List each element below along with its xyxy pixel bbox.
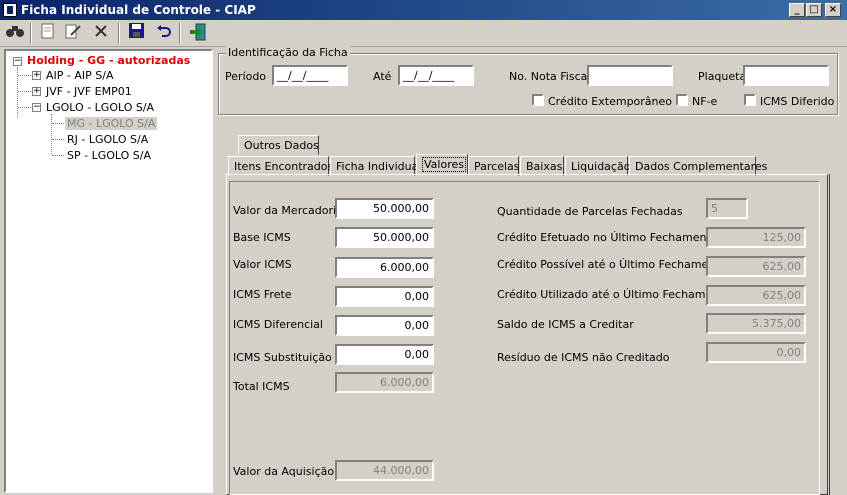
tree-item-rj[interactable]: RJ - LGOLO S/A <box>67 133 148 146</box>
icms-diferencial-label: ICMS Diferencial <box>233 318 323 331</box>
exit-icon[interactable] <box>187 23 209 44</box>
total-icms-label: Total ICMS <box>233 380 290 393</box>
undo-icon[interactable] <box>152 23 174 44</box>
valor-icms-input[interactable]: 6.000,00 <box>335 257 434 278</box>
valor-aquisicao-label: Valor da Aquisição <box>233 465 335 478</box>
credito-efetuado-input: 125,00 <box>706 227 806 248</box>
maximize-button[interactable]: □ <box>806 3 822 17</box>
tree-line <box>18 75 31 76</box>
tab-valores-label: Valores <box>422 157 466 172</box>
edit-icon[interactable] <box>62 23 84 44</box>
icms-substituicao-input[interactable]: 0,00 <box>335 344 434 365</box>
residuo-icms-input: 0,00 <box>706 342 806 363</box>
credito-possivel-input: 625,00 <box>706 256 806 277</box>
tab-dados-complementares[interactable]: Dados Complementares <box>629 156 767 176</box>
window-title: Ficha Individual de Controle - CIAP <box>21 3 256 17</box>
tab-itens-encontrados[interactable]: Itens Encontrados <box>228 156 333 176</box>
nfe-label: NF-e <box>692 95 718 108</box>
icms-frete-input[interactable]: 0,00 <box>335 286 434 307</box>
tree-expand-toggle[interactable]: + <box>32 87 41 96</box>
identificacao-legend: Identificação da Ficha <box>226 46 350 59</box>
credito-possivel-label: Crédito Possível até o Último Fechamento <box>497 258 727 271</box>
icms-frete-label: ICMS Frete <box>233 288 292 301</box>
tree-line <box>52 139 64 140</box>
icms-diferencial-input[interactable]: 0,00 <box>335 315 434 336</box>
credito-extemporaneo-label: Crédito Extemporâneo <box>548 95 673 108</box>
tab-outros-dados[interactable]: Outros Dados <box>238 135 319 155</box>
company-tree[interactable]: − Holding - GG - autorizadas + AIP - AIP… <box>4 49 213 493</box>
tree-collapse-toggle[interactable]: − <box>32 103 41 112</box>
tab-parcelas[interactable]: Parcelas <box>468 156 520 176</box>
binoculars-icon[interactable] <box>4 23 26 44</box>
residuo-icms-label: Resíduo de ICMS não Creditado <box>497 351 670 364</box>
toolbar-separator <box>118 23 120 44</box>
credito-efetuado-label: Crédito Efetuado no Último Fechamento <box>497 231 718 244</box>
tree-expand-toggle[interactable]: + <box>32 71 41 80</box>
valor-mercadoria-label: Valor da Mercadoria <box>233 204 343 217</box>
tree-item-mg[interactable]: MG - LGOLO S/A <box>65 117 158 130</box>
toolbar-separator <box>30 23 32 44</box>
app-icon <box>3 3 17 17</box>
tab-baixas[interactable]: Baixas <box>520 156 564 176</box>
tab-valores[interactable]: Valores <box>416 154 468 176</box>
qtd-parcelas-fechadas-label: Quantidade de Parcelas Fechadas <box>497 205 683 218</box>
icms-diferido-label: ICMS Diferido <box>760 95 835 108</box>
delete-icon[interactable] <box>90 23 112 44</box>
tree-item-lgolo[interactable]: LGOLO - LGOLO S/A <box>46 101 154 114</box>
tab-ficha-individual[interactable]: Ficha Individual <box>330 156 421 176</box>
qtd-parcelas-fechadas-input: 5 <box>706 198 748 219</box>
tree-item-aip[interactable]: AIP - AIP S/A <box>46 69 113 82</box>
tree-line <box>52 123 64 124</box>
close-button[interactable]: × <box>825 3 841 17</box>
icms-diferido-checkbox[interactable] <box>744 94 756 106</box>
base-icms-input[interactable]: 50.000,00 <box>335 227 434 248</box>
credito-utilizado-label: Crédito Utilizado até o Último Fechament… <box>497 288 731 301</box>
nota-fiscal-input[interactable] <box>587 65 673 86</box>
tree-line <box>52 155 64 156</box>
nfe-checkbox[interactable] <box>676 94 688 106</box>
tree-line <box>51 114 52 154</box>
periodo-input[interactable]: __/__/____ <box>272 65 348 86</box>
valor-mercadoria-input[interactable]: 50.000,00 <box>335 198 434 219</box>
tree-line <box>18 107 31 108</box>
valor-aquisicao-input: 44.000,00 <box>335 460 434 481</box>
tree-line <box>18 91 31 92</box>
credito-extemporaneo-checkbox[interactable] <box>532 94 544 106</box>
new-doc-icon[interactable] <box>37 23 59 44</box>
tab-liquidacao[interactable]: Liquidação <box>565 156 630 176</box>
tree-collapse-toggle[interactable]: − <box>13 57 22 66</box>
minimize-button[interactable]: _ <box>789 3 805 17</box>
ate-input[interactable]: __/__/____ <box>398 65 474 86</box>
base-icms-label: Base ICMS <box>233 231 291 244</box>
ciap-window: Ficha Individual de Controle - CIAP _ □ … <box>0 0 847 495</box>
valor-icms-label: Valor ICMS <box>233 258 292 271</box>
periodo-label: Período <box>225 70 267 83</box>
plaqueta-label: Plaqueta <box>698 70 747 83</box>
tree-root-holding[interactable]: Holding - GG - autorizadas <box>27 54 190 67</box>
plaqueta-input[interactable] <box>743 65 829 86</box>
title-bar: Ficha Individual de Controle - CIAP _ □ … <box>0 0 847 20</box>
saldo-icms-label: Saldo de ICMS a Creditar <box>497 318 634 331</box>
credito-utilizado-input: 625,00 <box>706 285 806 306</box>
icms-substituicao-label: ICMS Substituição <box>233 351 332 364</box>
toolbar-separator <box>179 23 181 44</box>
save-icon[interactable] <box>125 23 147 44</box>
total-icms-input: 6.000,00 <box>335 372 434 393</box>
ate-label: Até <box>373 70 392 83</box>
tree-item-jvf[interactable]: JVF - JVF EMP01 <box>46 85 132 98</box>
tree-item-sp[interactable]: SP - LGOLO S/A <box>67 149 151 162</box>
panel-right-edge <box>829 174 843 495</box>
toolbar <box>0 20 847 47</box>
nota-fiscal-label: No. Nota Fiscal <box>509 70 591 83</box>
saldo-icms-input: 5.375,00 <box>706 313 806 334</box>
